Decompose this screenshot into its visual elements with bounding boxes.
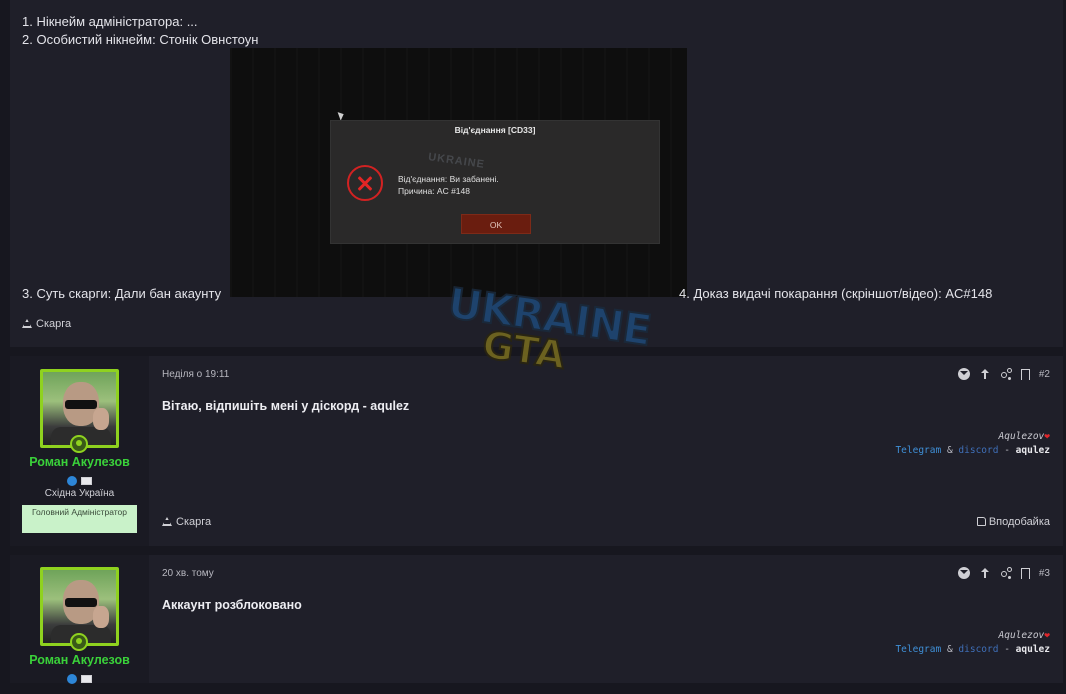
user-region: Східна Україна — [44, 488, 115, 499]
chevron-down-icon[interactable] — [957, 368, 970, 380]
dialog-title: Від'єднання [CD33] — [454, 125, 536, 135]
discord-handle: aqulez — [1015, 644, 1050, 655]
warning-icon — [22, 319, 32, 328]
complaint-line-essence: 3. Суть скарги: Дали бан акаунту — [22, 286, 222, 301]
online-status-icon — [70, 435, 88, 453]
ban-screenshot[interactable]: Від'єднання [CD33] UKRAINE Від'єднання: … — [230, 48, 687, 297]
user-panel: Роман Акулезов Східна Україна Головний А… — [10, 356, 149, 546]
complaint-line-proof: 4. Доказ видачі покарання (скріншот/віде… — [679, 286, 993, 301]
discord-link[interactable]: discord — [958, 445, 998, 456]
dialog-message: Від'єднання: Ви забанені. Причина: AC #1… — [398, 173, 499, 197]
arrow-up-icon[interactable] — [979, 567, 991, 579]
discord-link[interactable]: discord — [958, 644, 998, 655]
post-text: Аккаунт розблоковано — [162, 598, 302, 612]
post-tools: #2 — [957, 368, 1050, 380]
like-label: Вподобайка — [988, 516, 1050, 528]
bookmark-icon[interactable] — [1020, 368, 1030, 380]
complaint-line-own-nick: 2. Особистий нікнейм: Стонік Овнстоун — [22, 32, 259, 47]
chevron-down-icon[interactable] — [957, 567, 970, 579]
warning-icon — [162, 517, 172, 526]
mail-icon[interactable] — [81, 674, 92, 683]
report-link[interactable]: Скарга — [162, 516, 211, 528]
post-1-body: 1. Нікнейм адміністратора: ... 2. Особис… — [10, 0, 1063, 347]
username[interactable]: Роман Акулезов — [10, 653, 149, 667]
post-date[interactable]: 20 хв. тому — [162, 568, 214, 579]
user-badges — [10, 670, 149, 688]
online-status-icon — [70, 633, 88, 651]
error-x-icon — [347, 165, 383, 201]
dialog-watermark: UKRAINE — [427, 151, 486, 171]
telegram-link[interactable]: Telegram — [895, 445, 941, 456]
report-label: Скарга — [176, 516, 212, 528]
telegram-link[interactable]: Telegram — [895, 644, 941, 655]
mail-icon[interactable] — [81, 476, 92, 485]
dialog-ok-button: OK — [461, 214, 531, 234]
report-label: Скарга — [36, 318, 72, 330]
share-icon[interactable] — [1000, 567, 1012, 579]
like-button[interactable]: Вподобайка — [976, 516, 1050, 528]
heart-icon: ❤ — [1044, 630, 1050, 641]
post-date[interactable]: Неділя о 19:11 — [162, 369, 229, 380]
post-tools: #3 — [957, 567, 1050, 579]
username[interactable]: Роман Акулезов — [10, 455, 149, 469]
signature-name: Aqulezov — [998, 431, 1045, 442]
disconnect-dialog: Від'єднання [CD33] UKRAINE Від'єднання: … — [330, 120, 660, 244]
signature: Aqulezov❤ Telegram & discord - aqulez — [895, 431, 1050, 456]
signature: Aqulezov❤ Telegram & discord - aqulez — [895, 630, 1050, 655]
user-panel: Роман Акулезов — [10, 555, 149, 684]
discord-handle: aqulez — [1015, 445, 1050, 456]
verified-icon — [67, 475, 77, 486]
post-number[interactable]: #2 — [1039, 369, 1050, 380]
signature-name: Aqulezov — [998, 630, 1045, 641]
verified-icon — [67, 673, 77, 684]
bookmark-icon[interactable] — [1020, 567, 1030, 579]
complaint-line-admin-nick: 1. Нікнейм адміністратора: ... — [22, 14, 198, 29]
arrow-up-icon[interactable] — [979, 368, 991, 380]
post-2: Роман Акулезов Східна Україна Головний А… — [10, 356, 1063, 546]
heart-icon: ❤ — [1044, 431, 1050, 442]
role-badge: Головний Адміністратор — [22, 505, 137, 533]
post-3: Роман Акулезов 20 хв. тому #3 Аккаунт ро… — [10, 555, 1063, 684]
dialog-message-line-1: Від'єднання: Ви забанені. — [398, 174, 499, 184]
post-text: Вітаю, відпишіть мені у діскорд - aqulez — [162, 399, 410, 413]
share-icon[interactable] — [1000, 368, 1012, 380]
dialog-message-line-2: Причина: AC #148 — [398, 186, 470, 196]
thumbs-up-icon — [976, 517, 986, 526]
report-link[interactable]: Скарга — [22, 318, 71, 330]
post-number[interactable]: #3 — [1039, 568, 1050, 579]
